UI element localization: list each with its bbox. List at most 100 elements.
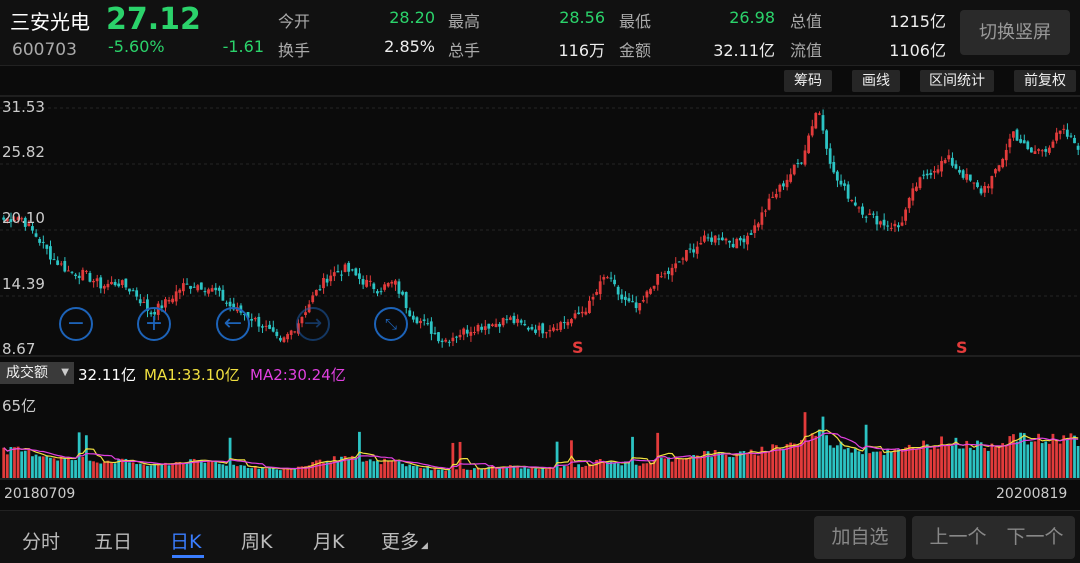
volume-bar <box>9 447 13 478</box>
scroll-left-icon[interactable]: ← <box>216 307 250 341</box>
candle-body <box>110 281 113 285</box>
tab-daily-k[interactable]: 日K <box>170 527 201 554</box>
volume-bar <box>199 459 203 478</box>
candle-body <box>1012 131 1015 138</box>
volume-indicator-selector[interactable]: 成交额 ▼ <box>0 362 74 384</box>
candle-body <box>322 277 325 289</box>
candle-body <box>695 246 699 254</box>
candle-body <box>444 339 448 342</box>
candle-body <box>990 176 994 189</box>
candle-body <box>92 280 95 283</box>
volume-bar <box>979 442 983 478</box>
switch-portrait-button[interactable]: 切换竖屏 <box>960 10 1070 55</box>
tab-five-day[interactable]: 五日 <box>94 527 132 554</box>
candle-body <box>738 237 742 241</box>
candle-body <box>940 161 943 172</box>
range-stats-button[interactable]: 区间统计 <box>920 70 994 92</box>
fullscreen-icon[interactable]: ⤡ <box>374 307 408 341</box>
volume-bar <box>379 464 383 478</box>
candle-body <box>997 165 1001 171</box>
volume-bar <box>778 448 782 478</box>
candle-body <box>462 328 466 335</box>
candle-body <box>185 283 189 285</box>
tab-more[interactable]: 更多 ◢ <box>381 527 428 554</box>
add-watchlist-button[interactable]: 加自选 <box>814 516 906 559</box>
candle-body <box>1008 138 1012 148</box>
candle-body <box>1033 151 1037 154</box>
volume-bar <box>235 466 239 478</box>
tab-weekly-k[interactable]: 周K <box>241 527 272 554</box>
candle-body <box>846 184 850 199</box>
volume-bar <box>386 460 390 478</box>
candle-body <box>800 162 803 164</box>
candle-body <box>286 334 289 340</box>
draw-line-button[interactable]: 画线 <box>852 70 900 92</box>
volume-ma2-value: MA2:30.24亿 <box>250 366 346 384</box>
volume-bar <box>31 456 34 478</box>
volume-bar <box>465 469 469 478</box>
candle-body <box>84 270 88 272</box>
volume-bar <box>990 443 994 478</box>
volume-bar <box>552 468 555 478</box>
volume-bar <box>336 461 340 478</box>
tab-intraday[interactable]: 分时 <box>22 527 60 554</box>
candle-body <box>900 222 904 226</box>
candle-body <box>124 278 128 288</box>
volume-bar <box>167 465 171 478</box>
volume-bar <box>498 467 501 478</box>
volume-bar <box>742 451 746 478</box>
volume-bar <box>947 445 951 478</box>
volume-bar <box>807 440 810 478</box>
zoom-out-icon[interactable]: − <box>59 307 93 341</box>
volume-bar <box>566 466 570 478</box>
volume-bar <box>440 469 444 478</box>
volume-bar <box>1037 433 1040 478</box>
candle-body <box>534 329 537 333</box>
candle-body <box>541 323 545 334</box>
candle-body <box>699 243 703 245</box>
candle-body <box>340 274 343 276</box>
candle-body <box>422 319 426 321</box>
candle-body <box>401 291 404 295</box>
volume-bar <box>1029 441 1033 478</box>
stock-price: 27.12 <box>106 2 201 37</box>
volume-bar <box>217 463 221 478</box>
candle-body <box>864 216 868 218</box>
volume-bar <box>537 469 541 478</box>
kline-chart[interactable] <box>0 94 1080 486</box>
price-adjust-button[interactable]: 前复权 <box>1014 70 1076 92</box>
volume-bar <box>835 445 839 478</box>
volume-bar <box>706 451 710 478</box>
candle-body <box>720 237 724 241</box>
chips-button[interactable]: 筹码 <box>784 70 832 92</box>
volume-bar <box>555 441 559 478</box>
candle-body <box>512 315 516 324</box>
zoom-in-icon[interactable]: + <box>137 307 171 341</box>
volume-bar <box>577 464 581 478</box>
candle-body <box>225 302 228 304</box>
sell-signal-marker: S <box>572 338 584 357</box>
volume-bar <box>649 462 652 478</box>
candle-body <box>879 221 882 225</box>
volume-bar <box>282 467 286 478</box>
candle-body <box>566 321 570 326</box>
tab-monthly-k[interactable]: 月K <box>313 527 344 554</box>
volume-bar <box>347 459 351 478</box>
volume-bar <box>38 456 42 478</box>
volume-bar <box>659 457 663 478</box>
candle-body <box>911 188 915 201</box>
candle-body <box>106 283 110 288</box>
previous-stock-button[interactable]: 上一个 <box>912 516 1004 559</box>
volume-bar <box>641 463 645 478</box>
volume-bar <box>950 445 954 478</box>
volume-bar <box>45 456 49 478</box>
candle-body <box>936 169 940 173</box>
candle-body <box>59 263 63 265</box>
volume-bar <box>1073 435 1076 478</box>
next-stock-button[interactable]: 下一个 <box>995 516 1075 559</box>
candle-body <box>1051 141 1055 148</box>
candle-body <box>623 296 627 300</box>
candle-body <box>753 225 757 233</box>
scroll-right-icon[interactable]: → <box>296 307 330 341</box>
volume-bar <box>232 464 236 478</box>
